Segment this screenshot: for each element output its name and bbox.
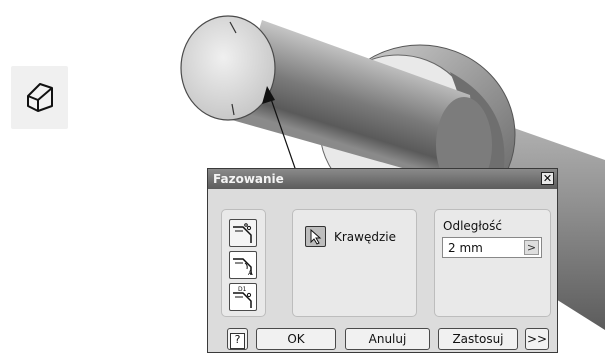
chamfer-mode-panel: A D1 xyxy=(221,209,266,317)
chamfer-tool-icon xyxy=(27,83,53,112)
apply-button[interactable]: Zastosuj xyxy=(438,328,518,350)
chamfer-distance-icon xyxy=(233,223,252,243)
cursor-arrow-icon xyxy=(310,229,322,245)
distance-input[interactable]: 2 mm > xyxy=(442,237,542,258)
edges-panel: Krawędzie xyxy=(292,209,417,317)
distance-label: Odległość xyxy=(443,219,502,233)
cancel-button[interactable]: Anuluj xyxy=(345,328,430,350)
mode-two-distances-button[interactable]: D1 xyxy=(229,283,257,311)
dialog-title: Fazowanie xyxy=(213,172,284,186)
chamfer-distance-angle-icon: A xyxy=(233,258,253,277)
mode-distance-angle-button[interactable]: A xyxy=(229,251,257,279)
distance-menu-button[interactable]: > xyxy=(524,240,539,255)
svg-text:D1: D1 xyxy=(238,286,247,293)
cylinder-end-face xyxy=(180,15,276,121)
mode-distance-button[interactable] xyxy=(229,219,257,247)
ok-button[interactable]: OK xyxy=(256,328,336,350)
dialog-titlebar[interactable]: Fazowanie ✕ xyxy=(208,169,557,189)
help-button[interactable]: ? xyxy=(227,328,248,350)
chamfer-dialog: Fazowanie ✕ A D1 Krawędzie Odległość 2 m… xyxy=(207,168,558,353)
chamfer-tool-button[interactable] xyxy=(11,66,68,129)
distance-value: 2 mm xyxy=(448,241,483,255)
help-icon: ? xyxy=(230,333,245,349)
svg-text:A: A xyxy=(248,269,253,277)
distance-panel: Odległość 2 mm > xyxy=(434,209,551,317)
edges-select-button[interactable] xyxy=(305,226,326,247)
close-button[interactable]: ✕ xyxy=(541,172,554,185)
more-options-button[interactable]: >> xyxy=(525,328,549,350)
chamfer-two-distances-icon: D1 xyxy=(233,286,252,308)
edges-label: Krawędzie xyxy=(334,230,396,244)
